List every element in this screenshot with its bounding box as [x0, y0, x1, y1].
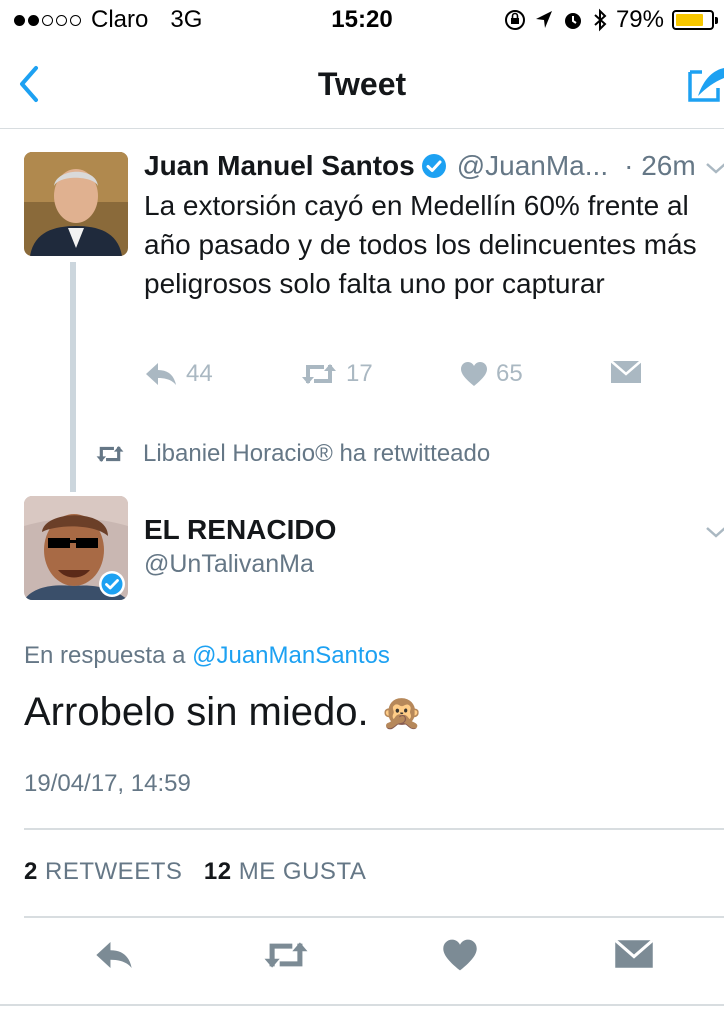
page-title: Tweet: [317, 66, 407, 102]
tweet-stats: 2 RETWEETS 12 ME GUSTA: [24, 858, 366, 886]
retweet-count: 17: [346, 360, 373, 387]
orientation-lock-icon: [504, 10, 525, 30]
author-handle: @UnTalivanMa: [144, 550, 314, 578]
reply-to-link[interactable]: @JuanManSantos: [192, 642, 390, 669]
tweet-action-bar: [0, 938, 724, 986]
bluetooth-icon: [594, 8, 607, 32]
see-no-evil-monkey-emoji: 🙊: [380, 693, 423, 732]
like-action[interactable]: 65: [460, 360, 523, 388]
reply-count: 44: [186, 360, 213, 387]
like-count: 65: [496, 360, 523, 387]
tweet-text-body: Arrobelo sin miedo.: [24, 690, 369, 734]
battery-percent: 79%: [615, 6, 664, 33]
parent-tweet-actions: 44 17 65: [144, 360, 704, 400]
chevron-down-icon[interactable]: [704, 160, 724, 176]
reply-action[interactable]: 44: [144, 360, 213, 388]
status-right: 79%: [504, 6, 718, 34]
tweet-text: Arrobelo sin miedo. 🙊: [24, 690, 423, 735]
likes-stat[interactable]: 12 ME GUSTA: [204, 858, 366, 885]
author-name[interactable]: EL RENACIDO: [144, 514, 336, 546]
envelope-icon: [610, 360, 642, 383]
heart-icon[interactable]: [442, 938, 478, 972]
chevron-down-icon[interactable]: [704, 524, 724, 540]
verified-badge-icon: [421, 154, 446, 178]
retweet-icon: [96, 446, 124, 462]
divider: [24, 916, 724, 918]
verified-badge-icon: [99, 571, 125, 597]
status-bar: Claro 3G 15:20 79%: [0, 0, 724, 42]
reply-context: En respuesta a @JuanManSantos: [24, 642, 390, 670]
parent-tweet-header: Juan Manuel Santos @JuanMa... · 26m: [144, 150, 696, 182]
divider: [0, 1004, 724, 1006]
avatar[interactable]: [24, 496, 128, 600]
retweets-stat[interactable]: 2 RETWEETS: [24, 858, 182, 885]
parent-tweet-text: La extorsión cayó en Medellín 60% frente…: [144, 190, 697, 299]
heart-icon: [461, 362, 487, 386]
retweet-icon: [302, 364, 336, 384]
retweet-icon[interactable]: [262, 938, 310, 972]
author-handle: @JuanMa...: [456, 150, 609, 181]
divider: [24, 828, 724, 830]
reply-icon: [146, 363, 176, 385]
direct-message-action[interactable]: [610, 360, 642, 384]
avatar[interactable]: [24, 152, 128, 256]
battery-icon: [672, 10, 718, 30]
navigation-bar: Tweet: [0, 42, 724, 129]
author-name[interactable]: Juan Manuel Santos: [144, 150, 415, 182]
retweet-context-text[interactable]: Libaniel Horacio® ha retwitteado: [143, 440, 490, 468]
reply-icon[interactable]: [94, 938, 134, 972]
retweet-context: Libaniel Horacio® ha retwitteado: [95, 440, 490, 468]
alarm-icon: [564, 13, 581, 29]
compose-tweet-icon[interactable]: [684, 62, 724, 106]
reply-prefix: En respuesta a: [24, 642, 186, 669]
tweet-age: · 26m: [624, 150, 696, 181]
thread-connector-line: [70, 262, 76, 492]
retweet-action[interactable]: 17: [300, 360, 373, 388]
envelope-icon[interactable]: [614, 938, 654, 970]
tweet-timestamp: 19/04/17, 14:59: [24, 770, 191, 797]
location-arrow-icon: [535, 11, 552, 28]
